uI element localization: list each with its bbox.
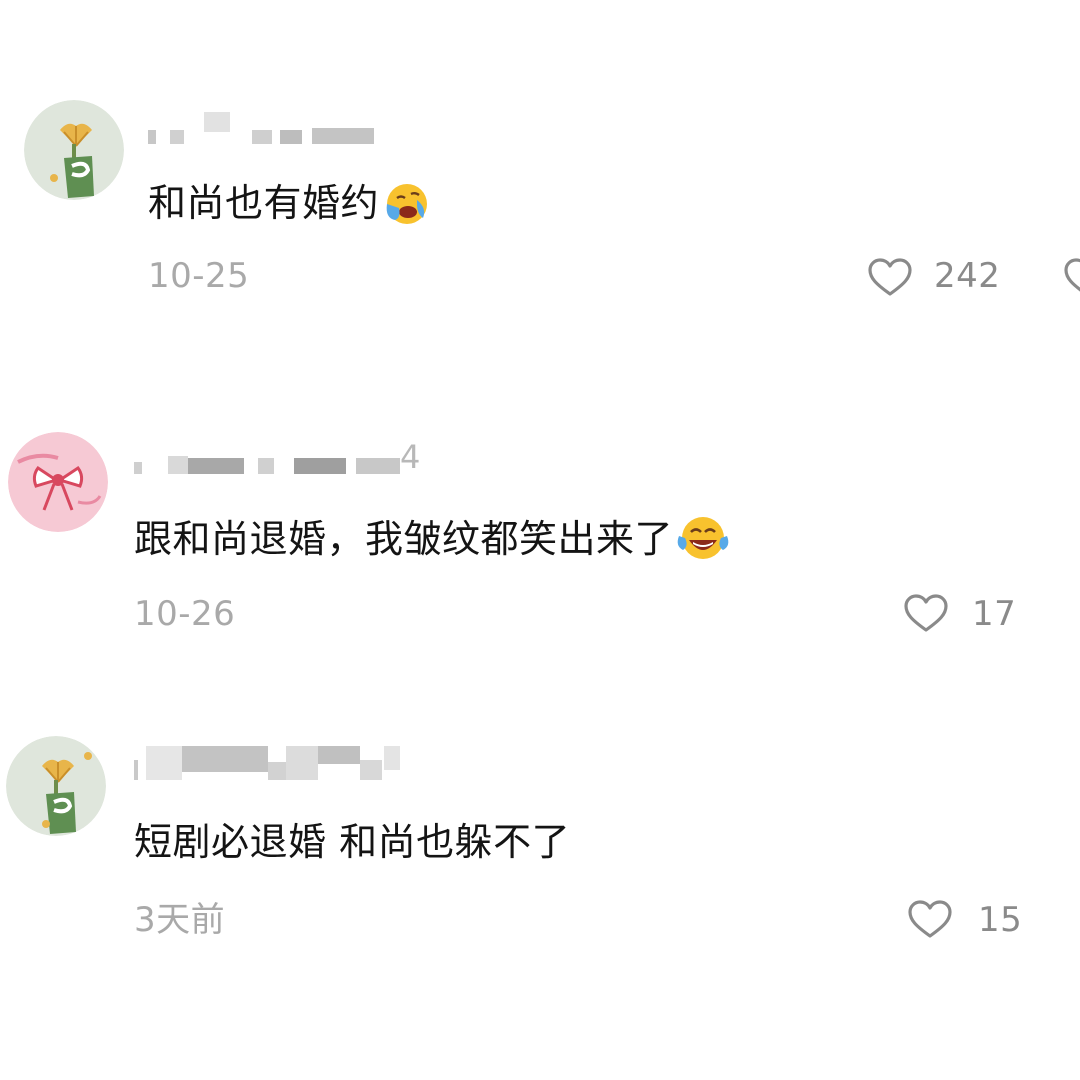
user-avatar[interactable] <box>8 432 108 532</box>
username-masked[interactable] <box>134 746 414 780</box>
heart-icon[interactable] <box>902 592 950 634</box>
comment-body: 跟和尚退婚，我皱纹都笑出来了 <box>134 517 674 561</box>
comment-text: 和尚也有婚约 <box>148 178 429 237</box>
comment-text: 跟和尚退婚，我皱纹都笑出来了 <box>134 514 731 573</box>
comment-text: 短剧必退婚 和尚也躲不了 <box>134 818 570 866</box>
comment-date: 3天前 <box>134 900 226 940</box>
user-avatar[interactable] <box>24 100 124 200</box>
crying-face-emoji <box>381 178 429 237</box>
heart-icon[interactable] <box>866 256 914 298</box>
username-masked[interactable]: 4 <box>134 440 434 474</box>
comment-list: 和尚也有婚约 10-25 242 4 跟和尚退婚，我皱纹都笑出来了 10-26 … <box>0 0 1080 1080</box>
comment-date: 10-26 <box>134 594 236 634</box>
heart-icon-partial[interactable] <box>1062 256 1080 298</box>
tears-of-joy-emoji <box>675 514 731 573</box>
comment-date: 10-25 <box>148 256 250 296</box>
heart-icon[interactable] <box>906 898 954 940</box>
comment-body: 和尚也有婚约 <box>148 181 380 225</box>
like-count: 242 <box>934 256 1001 296</box>
username-suffix: 4 <box>400 438 421 476</box>
like-count: 15 <box>978 900 1023 940</box>
comment-body: 短剧必退婚 和尚也躲不了 <box>134 820 571 864</box>
username-masked[interactable] <box>148 112 378 146</box>
like-count: 17 <box>972 594 1017 634</box>
user-avatar[interactable] <box>6 736 106 836</box>
